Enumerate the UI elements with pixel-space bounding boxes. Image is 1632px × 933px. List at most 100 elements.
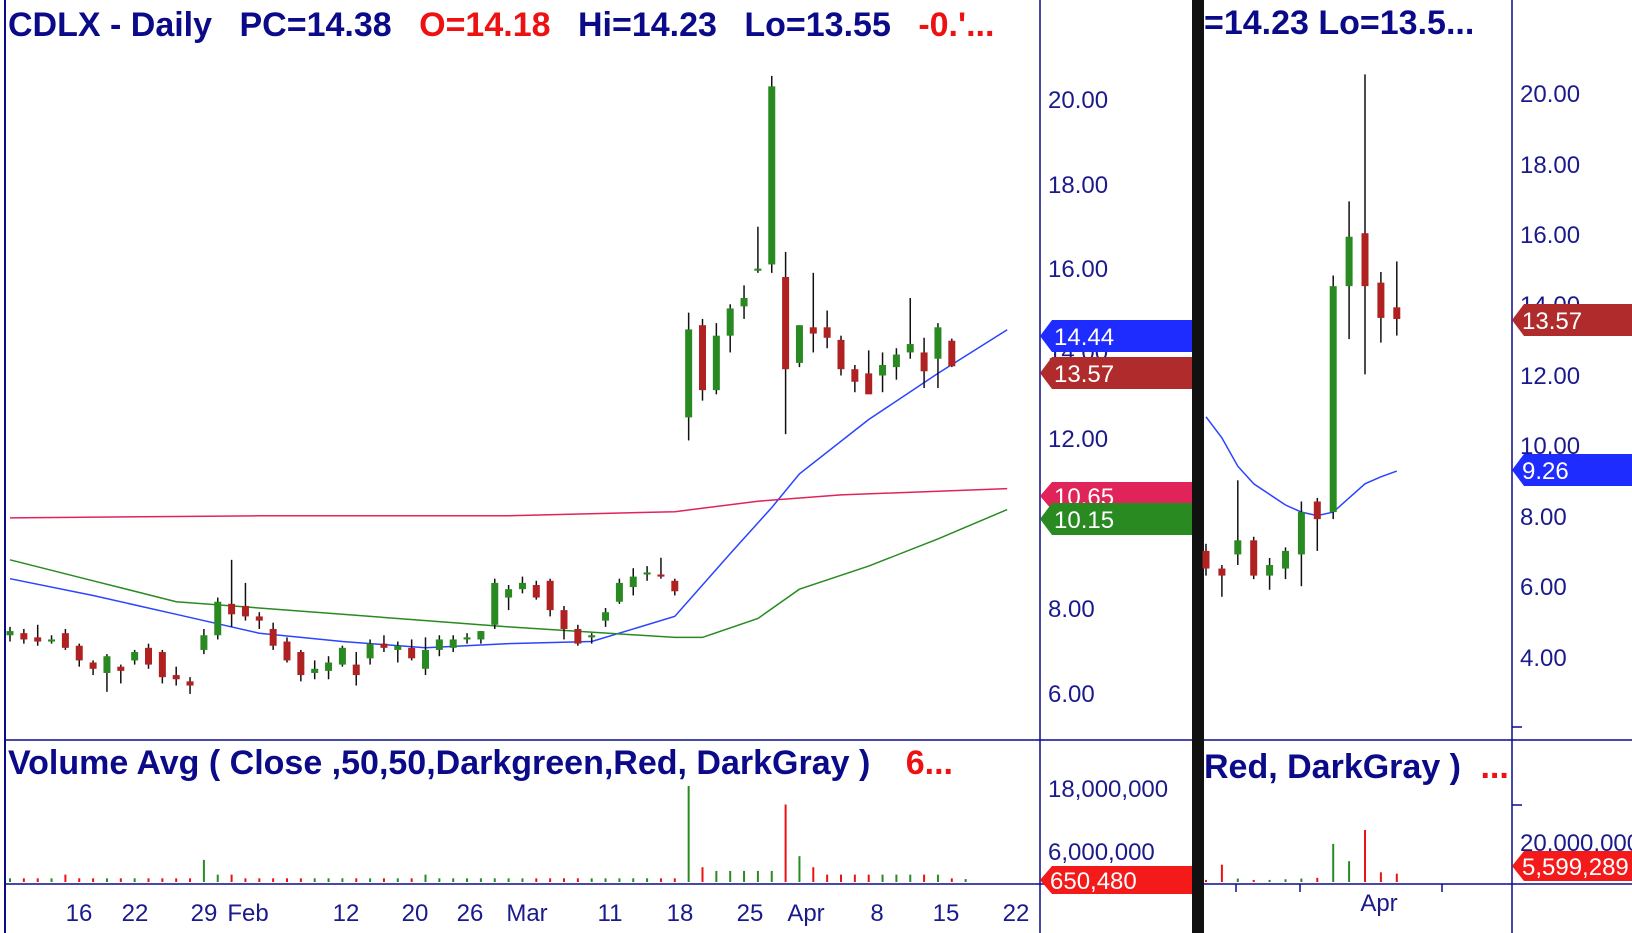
right-y-tick-6: 6.00 (1520, 574, 1567, 601)
left-candle-body (449, 639, 457, 648)
header-change: -0.'... (918, 6, 994, 44)
left-candle-body (588, 635, 596, 638)
left-candle-body (172, 675, 180, 680)
right-badge-last-price-text: 13.57 (1522, 308, 1582, 335)
left-candle-body (311, 668, 319, 673)
left-candle-body (103, 656, 111, 673)
left-candle-body (851, 369, 859, 382)
left-y-tick-6: 6.00 (1048, 681, 1095, 708)
left-candle-body (269, 628, 277, 646)
right-badge-volume-text: 5,599,289 (1522, 854, 1629, 881)
right-candle-body (1266, 565, 1274, 576)
left-candle-body (699, 325, 706, 391)
x-tick-18: 18 (667, 900, 694, 927)
left-candle-body (629, 576, 637, 588)
left-candle-body (948, 340, 956, 367)
right-candle-body (1329, 286, 1337, 513)
left-candle-body (782, 277, 790, 370)
left-candle-body (338, 647, 346, 665)
left-candle-body (422, 649, 429, 669)
x-tick-22b: 22 (1003, 900, 1030, 927)
left-candle-body (865, 373, 873, 395)
right-candle-body (1393, 307, 1401, 319)
left-candle-body (131, 652, 139, 661)
left-candle-body (366, 643, 374, 659)
right-y-tick-18: 18.00 (1520, 152, 1580, 179)
left-vol-tick-6m: 6,000,000 (1048, 839, 1155, 866)
right-candle-body (1297, 512, 1305, 555)
left-candle-body (560, 610, 568, 629)
left-candle-body (712, 335, 720, 391)
left-y-tick-20: 20.00 (1048, 87, 1108, 114)
left-candle-body (145, 647, 152, 665)
left-candle-body (532, 584, 540, 598)
header-open: O=14.18 (419, 6, 550, 44)
x-tick-29: 29 (191, 900, 218, 927)
left-candle-body (255, 616, 263, 621)
x-tick-25: 25 (737, 900, 764, 927)
left-y-tick-16: 16.00 (1048, 256, 1108, 283)
right-volume-header-label: Red, DarkGray ) (1204, 748, 1461, 786)
header-high: Hi=14.23 (578, 6, 717, 44)
right-y-tick-20: 20.00 (1520, 81, 1580, 108)
left-candle-body (574, 628, 582, 644)
right-x-tick-apr: Apr (1360, 890, 1397, 917)
x-tick-16: 16 (66, 900, 93, 927)
x-tick-12: 12 (333, 900, 360, 927)
left-candle-body (879, 365, 887, 376)
left-candle-body (754, 268, 762, 271)
right-candle-body (1234, 540, 1242, 555)
right-badge-ma-text: 9.26 (1522, 458, 1569, 485)
left-candle-body (768, 86, 776, 265)
left-candle-body (795, 325, 803, 363)
left-y-tick-12: 12.00 (1048, 426, 1108, 453)
left-candle-body (380, 643, 388, 648)
left-candle-body (518, 582, 526, 590)
left-candle-body (117, 666, 125, 671)
left-candle-body (934, 327, 942, 359)
right-candle-body (1377, 282, 1385, 318)
left-candle-body (297, 652, 305, 676)
chart-stage: CDLX - Daily PC=14.38 O=14.18 Hi=14.23 L… (0, 0, 1632, 933)
x-tick-20: 20 (402, 900, 429, 927)
left-y-tick-8: 8.00 (1048, 596, 1095, 623)
left-candle-body (325, 662, 333, 671)
left-candle-body (491, 582, 499, 625)
right-header: =14.23 Lo=13.5... (1204, 4, 1474, 42)
x-tick-mar: Mar (506, 900, 547, 927)
x-tick-11: 11 (598, 900, 623, 927)
left-candle-body (740, 297, 748, 307)
left-candle-body (657, 574, 665, 577)
badge-ma-fast-text: 14.44 (1054, 324, 1114, 351)
right-candle-body (1361, 233, 1369, 287)
left-candle-body (20, 633, 28, 640)
right-candle-body (1250, 540, 1258, 576)
volume-header-label: Volume Avg ( Close ,50,50,Darkgreen,Red,… (8, 744, 870, 782)
badge-ma-slow-green-text: 10.15 (1054, 507, 1114, 534)
left-candle-body (671, 580, 679, 592)
left-candle-body (602, 612, 610, 621)
right-y-tick-4: 4.00 (1520, 645, 1567, 672)
header-pc: PC=14.38 (240, 6, 392, 44)
left-candle-body (892, 354, 900, 368)
left-candle-body (463, 637, 471, 640)
x-tick-feb: Feb (227, 900, 268, 927)
left-candle-body (6, 631, 14, 636)
left-candle-body (75, 645, 83, 661)
left-candle-body (48, 639, 56, 642)
left-candle-body (61, 633, 69, 648)
left-y-tick-18: 18.00 (1048, 172, 1108, 199)
left-candle-body (685, 329, 693, 418)
x-tick-apr: Apr (787, 900, 824, 927)
right-candle-body (1282, 550, 1289, 569)
left-candle-body (158, 652, 166, 678)
left-candle-body (809, 327, 817, 334)
left-header: CDLX - Daily PC=14.38 O=14.18 Hi=14.23 L… (8, 6, 994, 44)
right-candle-body (1313, 501, 1321, 520)
left-candle-body (546, 580, 554, 611)
left-candle-body (920, 352, 928, 372)
header-ticker: CDLX - Daily (8, 6, 212, 44)
left-candle-body (435, 639, 443, 650)
left-candle-body (34, 637, 42, 642)
left-candle-body (200, 635, 208, 650)
